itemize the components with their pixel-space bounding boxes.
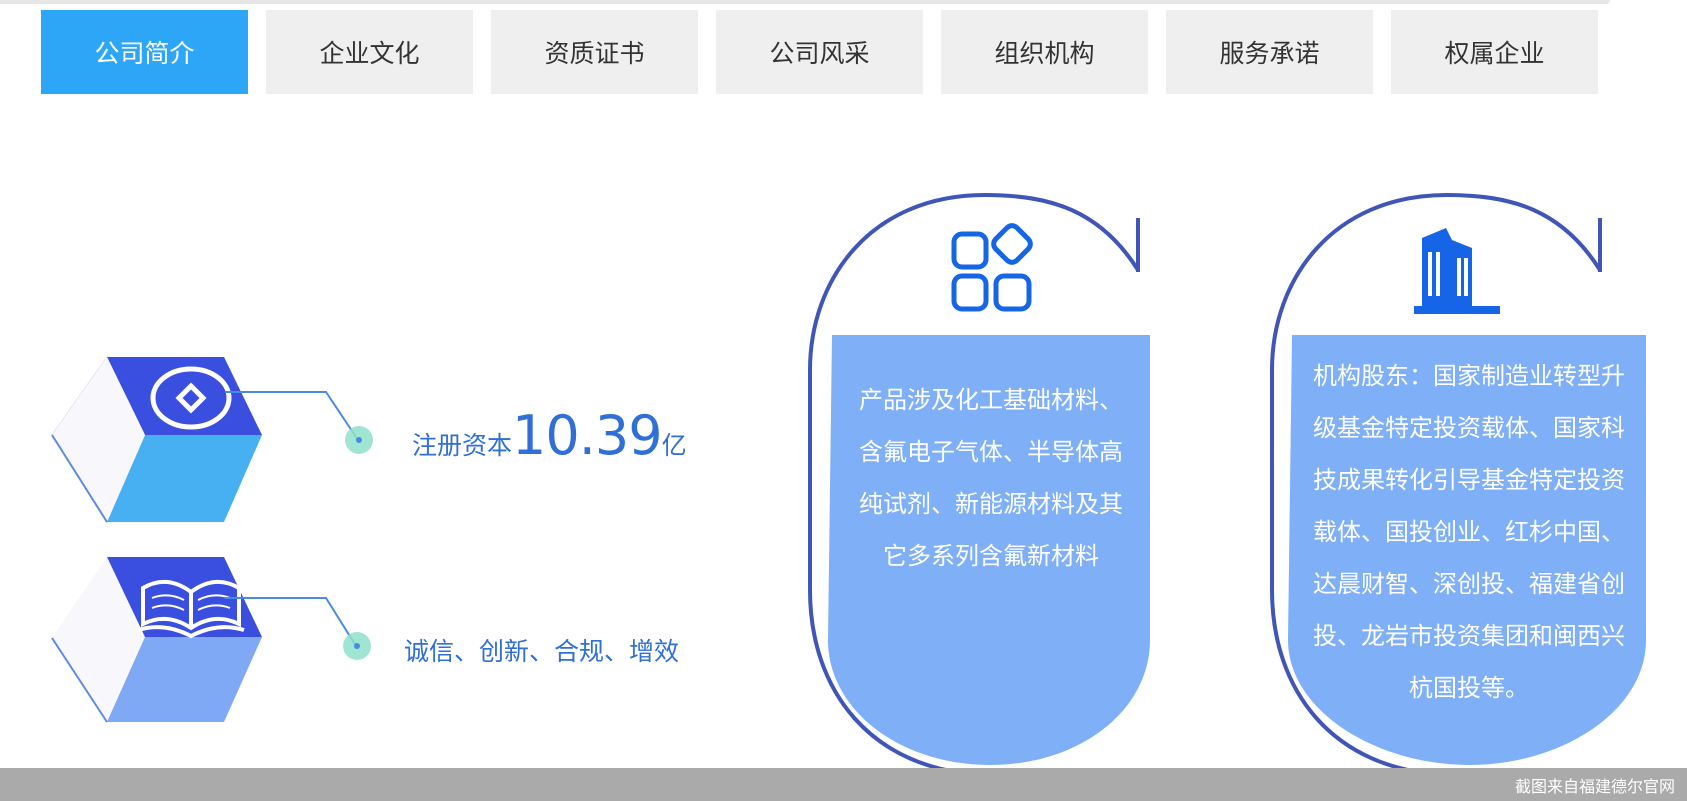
capital-unit: 亿 — [661, 431, 687, 460]
capital-label: 注册资本 — [412, 431, 513, 460]
shareholders-line: 载体、国投创业、红杉中国、 — [1313, 518, 1625, 546]
coin-cube-icon — [51, 355, 262, 524]
capital-value: 10.39 — [512, 404, 663, 467]
shareholders-line: 技成果转化引导基金特定投资 — [1313, 466, 1625, 494]
products-line: 含氟电子气体、半导体高 — [859, 438, 1123, 466]
shareholders-line: 机构股东：国家制造业转型升 — [1313, 362, 1625, 390]
core-values: 诚信、创新、合规、增效 — [404, 637, 680, 666]
products-line: 产品涉及化工基础材料、 — [859, 386, 1123, 414]
building-icon — [1414, 228, 1500, 314]
registered-capital: 注册资本10.39亿 — [412, 404, 687, 467]
shareholders-line: 杭国投等。 — [1409, 674, 1529, 702]
shareholders-description: 机构股东：国家制造业转型升 级基金特定投资载体、国家科 技成果转化引导基金特定投… — [1294, 350, 1644, 714]
book-cube-icon — [51, 557, 262, 723]
products-line: 它多系列含氟新材料 — [883, 542, 1099, 570]
products-line: 纯试剂、新能源材料及其 — [859, 490, 1123, 518]
shareholders-line: 级基金特定投资载体、国家科 — [1313, 414, 1625, 442]
shareholders-line: 达晨财智、深创投、福建省创 — [1313, 570, 1625, 598]
footer-bar: 截图来自福建德尔官网 — [0, 768, 1687, 801]
source-note: 截图来自福建德尔官网 — [1514, 777, 1675, 796]
shareholders-line: 投、龙岩市投资集团和闽西兴 — [1313, 622, 1625, 650]
products-description: 产品涉及化工基础材料、 含氟电子气体、半导体高 纯试剂、新能源材料及其 它多系列… — [836, 374, 1146, 582]
apps-grid-icon — [951, 223, 1033, 312]
